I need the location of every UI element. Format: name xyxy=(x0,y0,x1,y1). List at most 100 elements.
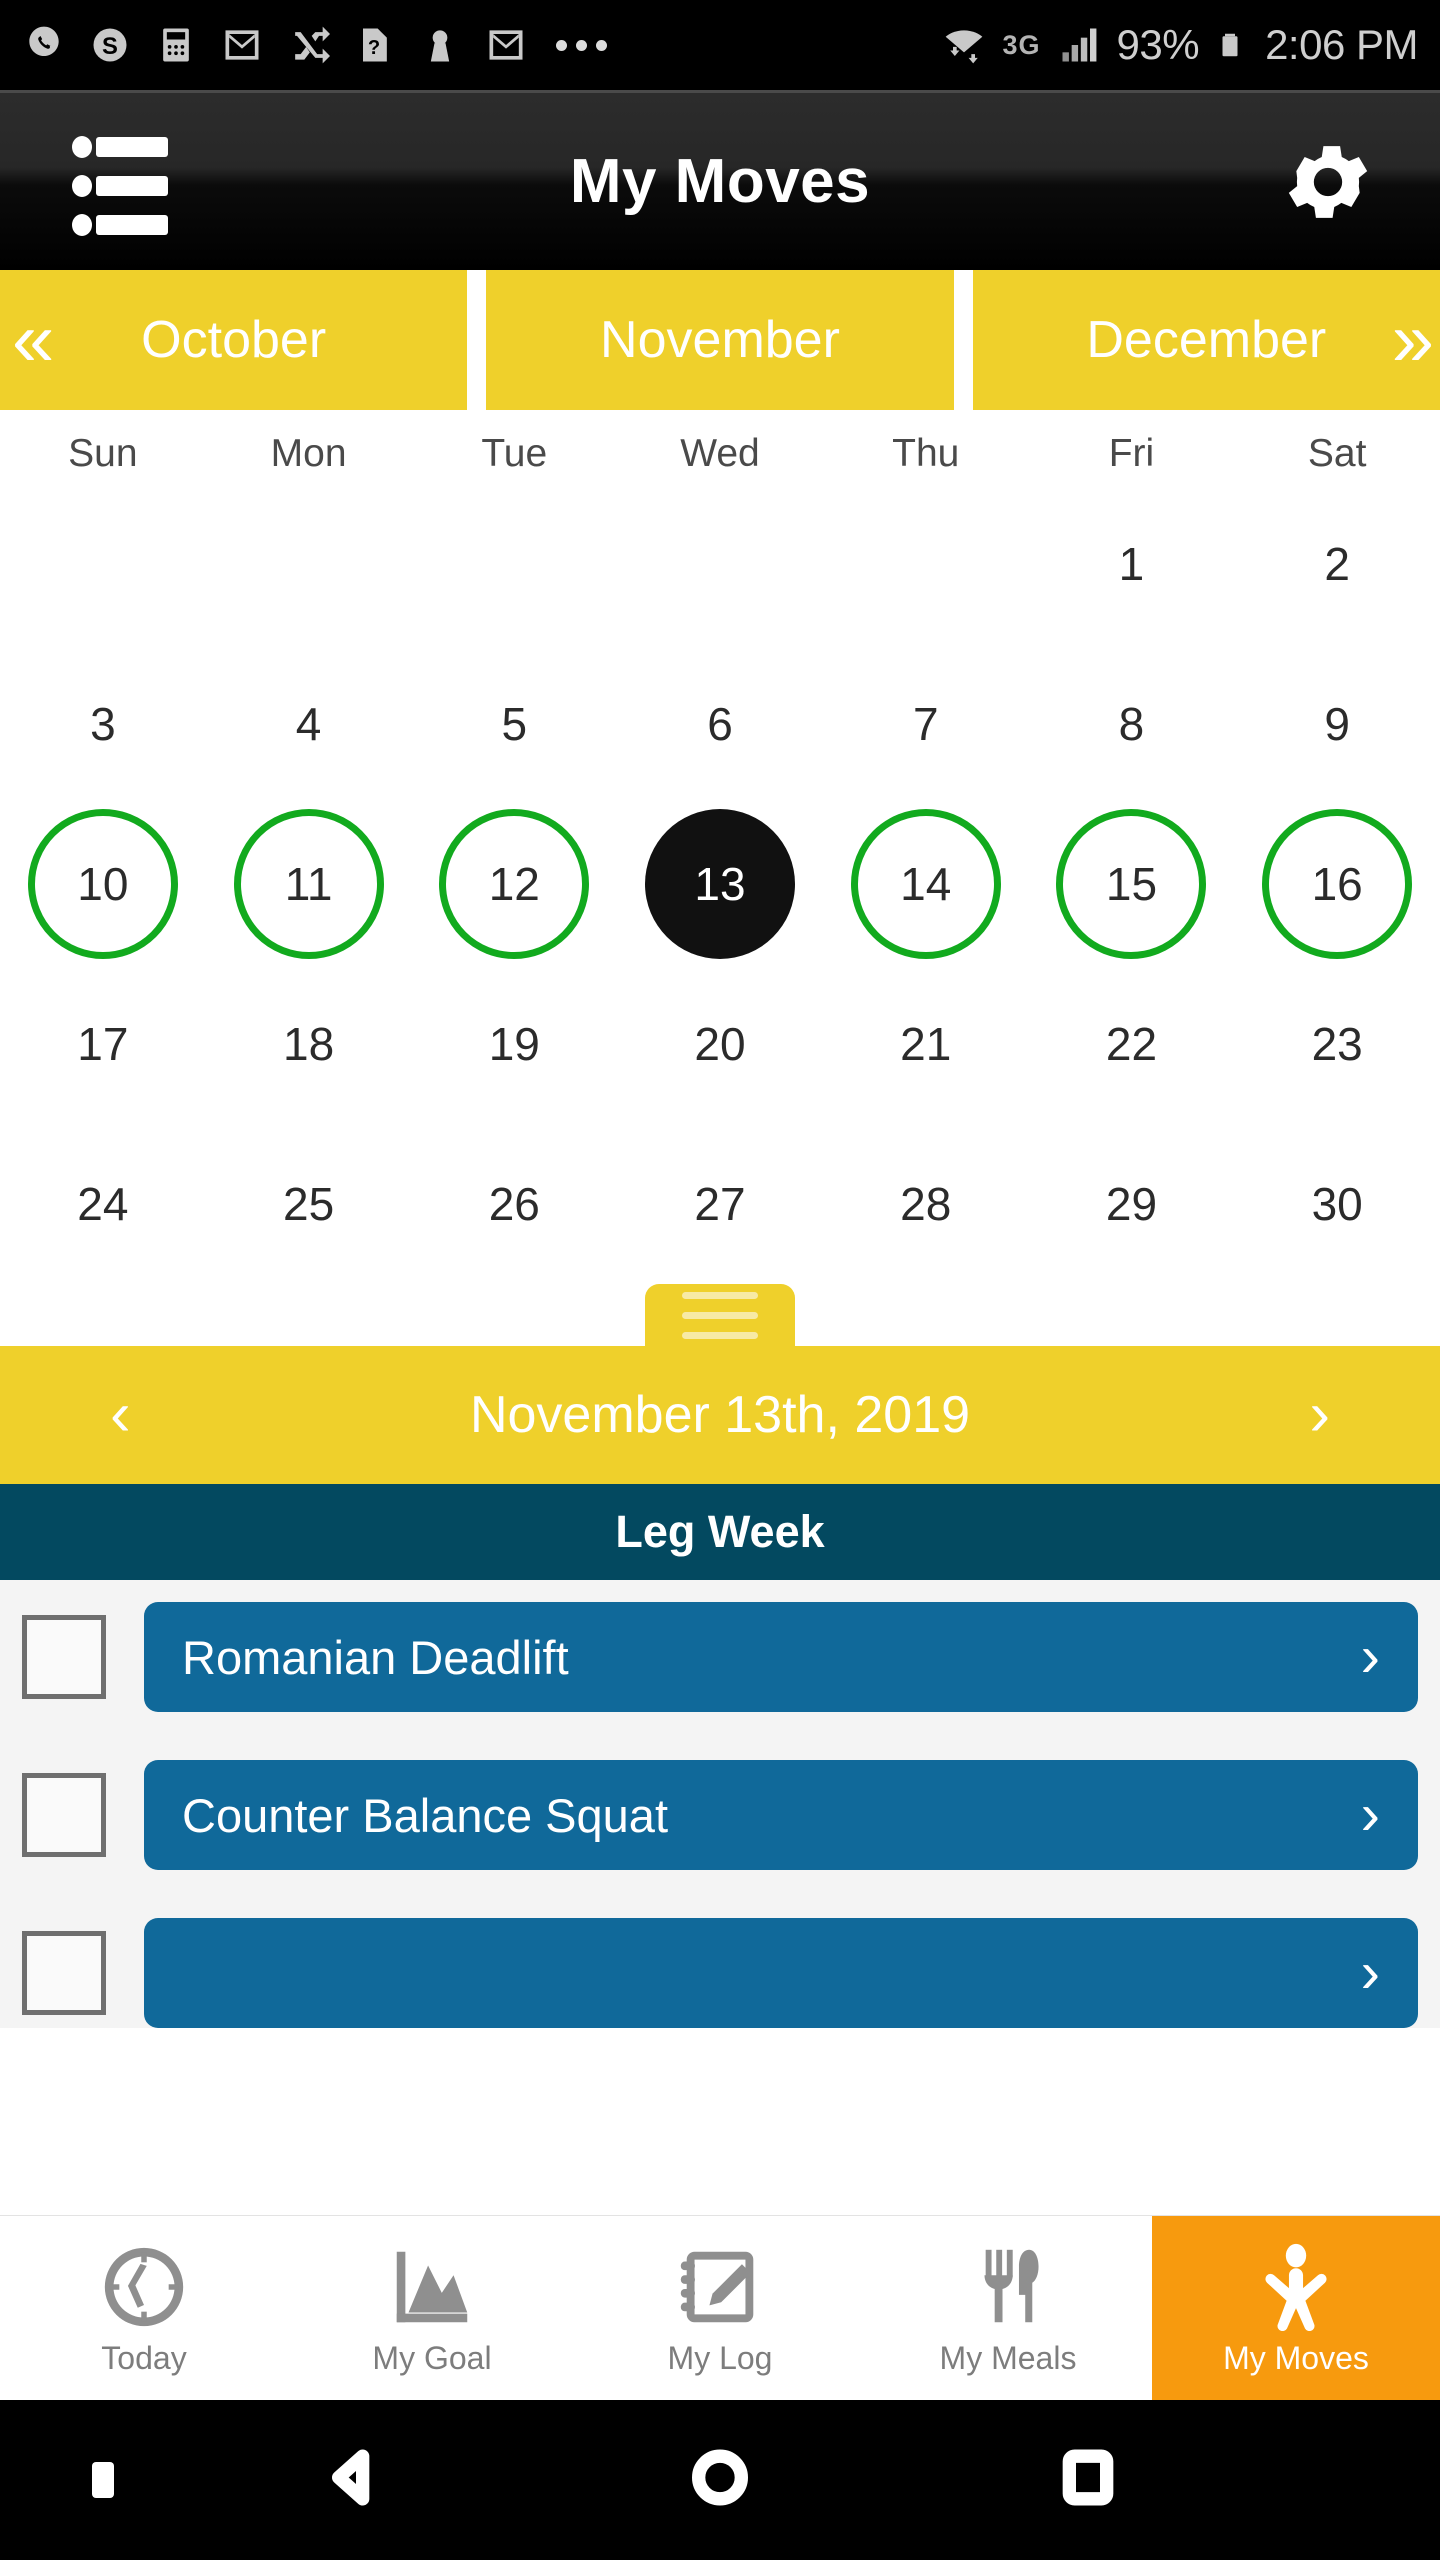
calendar-week-row: 17 18 19 20 21 22 23 xyxy=(0,964,1440,1124)
tab-my-goal[interactable]: My Goal xyxy=(288,2216,576,2400)
weekday-label: Fri xyxy=(1108,432,1155,475)
tab-my-meals[interactable]: My Meals xyxy=(864,2216,1152,2400)
chevron-double-left-icon[interactable]: « xyxy=(12,302,54,378)
exercise-checkbox[interactable] xyxy=(22,1931,106,2015)
calendar-day-number: 28 xyxy=(900,1178,952,1230)
app-screen: S ? 3G 93% 2:06 PM My Moves « October No… xyxy=(0,0,1440,2560)
calendar-cell-empty xyxy=(617,489,823,639)
chevron-right-icon: › xyxy=(1360,1940,1380,2005)
calendar-day-cell[interactable]: 25 xyxy=(206,1129,412,1279)
notebook-pencil-icon xyxy=(680,2251,754,2322)
calendar-day-cell[interactable]: 13 xyxy=(617,809,823,959)
tab-my-moves[interactable]: My Moves xyxy=(1152,2216,1440,2400)
calendar-day-cell[interactable]: 16 xyxy=(1234,809,1440,959)
calendar-day-cell[interactable]: 10 xyxy=(0,809,206,959)
date-bar: ‹ November 13th, 2019 › xyxy=(0,1346,1440,1484)
calendar-day-cell[interactable]: 20 xyxy=(617,969,823,1119)
calendar-day-number: 25 xyxy=(282,1178,335,1230)
recents-square-icon[interactable] xyxy=(1056,2446,1120,2515)
exercise-checkbox[interactable] xyxy=(22,1773,106,1857)
list-menu-icon[interactable] xyxy=(72,135,176,236)
exercise-button[interactable]: Romanian Deadlift › xyxy=(144,1602,1418,1712)
exercise-button[interactable]: › xyxy=(144,1918,1418,2028)
calendar-cell-empty xyxy=(411,489,617,639)
calendar-day-cell[interactable]: 21 xyxy=(823,969,1029,1119)
calendar-day-cell[interactable]: 26 xyxy=(411,1129,617,1279)
month-tab-previous[interactable]: « October xyxy=(0,270,468,410)
selected-date-label: November 13th, 2019 xyxy=(469,1386,971,1444)
unknown-file-icon: ? xyxy=(363,28,387,62)
month-tab-label: November xyxy=(600,311,840,369)
calendar-day-cell[interactable]: 28 xyxy=(823,1129,1029,1279)
weekday-label: Thu xyxy=(892,432,960,475)
calendar-day-number: 15 xyxy=(1056,809,1207,959)
calendar-day-number: 1 xyxy=(1118,538,1145,590)
fork-knife-icon xyxy=(984,2249,1039,2322)
calendar-day-number xyxy=(851,489,1001,639)
exercise-name: Counter Balance Squat xyxy=(182,1788,668,1842)
tab-label: My Moves xyxy=(1223,2339,1369,2376)
calendar-day-cell[interactable]: 27 xyxy=(617,1129,823,1279)
overflow-dots-icon xyxy=(556,39,607,51)
calendar-day-number: 24 xyxy=(77,1178,129,1230)
gear-icon[interactable] xyxy=(1278,132,1378,232)
calendar-day-number: 16 xyxy=(1262,809,1413,959)
contact-icon xyxy=(430,30,450,62)
calendar-day-number: 2 xyxy=(1324,538,1350,590)
calendar-day-number xyxy=(645,489,795,639)
shuffle-icon xyxy=(295,26,330,64)
area-chart-icon xyxy=(396,2251,468,2322)
chevron-right-icon: › xyxy=(1360,1624,1380,1689)
calendar-day-number: 21 xyxy=(900,1018,952,1070)
calendar-day-cell[interactable]: 1 xyxy=(1029,489,1235,639)
calendar-day-cell[interactable]: 17 xyxy=(0,969,206,1119)
next-day-button[interactable]: › xyxy=(1309,1384,1330,1446)
tab-my-log[interactable]: My Log xyxy=(576,2216,864,2400)
month-tab-label: October xyxy=(141,311,327,369)
back-triangle-icon[interactable] xyxy=(320,2446,384,2515)
calendar-day-cell[interactable]: 8 xyxy=(1029,649,1235,799)
clock-label: 2:06 PM xyxy=(1265,21,1418,68)
calendar-day-cell[interactable]: 3 xyxy=(0,649,206,799)
home-circle-icon[interactable] xyxy=(688,2446,752,2515)
android-nav-bar xyxy=(0,2400,1440,2560)
exercise-row: › xyxy=(0,1918,1440,2028)
calendar-day-cell[interactable]: 15 xyxy=(1029,809,1235,959)
calendar-day-cell[interactable]: 22 xyxy=(1029,969,1235,1119)
weekday-label: Mon xyxy=(270,432,347,475)
month-tab-current[interactable]: November xyxy=(486,270,954,410)
calendar-day-number xyxy=(439,489,589,639)
calendar-day-cell[interactable]: 11 xyxy=(206,809,412,959)
exercise-button[interactable]: Counter Balance Squat › xyxy=(144,1760,1418,1870)
calendar-day-number: 19 xyxy=(488,1018,540,1070)
previous-day-button[interactable]: ‹ xyxy=(110,1384,131,1446)
calendar-day-cell[interactable]: 24 xyxy=(0,1129,206,1279)
exercise-checkbox[interactable] xyxy=(22,1615,106,1699)
tab-label: Today xyxy=(101,2339,187,2376)
clock-icon xyxy=(104,2247,184,2326)
calendar-day-number: 14 xyxy=(850,809,1001,959)
battery-percent-label: 93% xyxy=(1116,21,1200,68)
calendar-day-cell[interactable]: 30 xyxy=(1234,1129,1440,1279)
calendar-day-cell[interactable]: 19 xyxy=(411,969,617,1119)
calendar-day-cell[interactable]: 9 xyxy=(1234,649,1440,799)
calendar-day-cell[interactable]: 6 xyxy=(617,649,823,799)
calendar-day-cell[interactable]: 14 xyxy=(823,809,1029,959)
chevron-double-right-icon[interactable]: » xyxy=(1392,302,1434,378)
calendar-day-number: 10 xyxy=(27,809,178,959)
calendar-day-cell[interactable]: 23 xyxy=(1234,969,1440,1119)
exercise-list: Romanian Deadlift › Counter Balance Squat ›… xyxy=(0,1580,1440,2028)
calendar-day-number: 8 xyxy=(1118,698,1145,750)
calendar-day-cell[interactable]: 5 xyxy=(411,649,617,799)
drag-handle-icon[interactable] xyxy=(645,1284,795,1346)
calendar-day-cell[interactable]: 18 xyxy=(206,969,412,1119)
calendar-day-cell[interactable]: 29 xyxy=(1029,1129,1235,1279)
calendar-day-cell[interactable]: 2 xyxy=(1234,489,1440,639)
calendar-day-cell[interactable]: 7 xyxy=(823,649,1029,799)
month-tab-next[interactable]: December » xyxy=(972,270,1440,410)
status-bar-right-icons: 3G 93% 2:06 PM xyxy=(942,21,1418,69)
tab-today[interactable]: Today xyxy=(0,2216,288,2400)
calendar-day-cell[interactable]: 4 xyxy=(206,649,412,799)
calendar-day-cell[interactable]: 12 xyxy=(411,809,617,959)
calendar-day-number: 23 xyxy=(1311,1018,1363,1070)
